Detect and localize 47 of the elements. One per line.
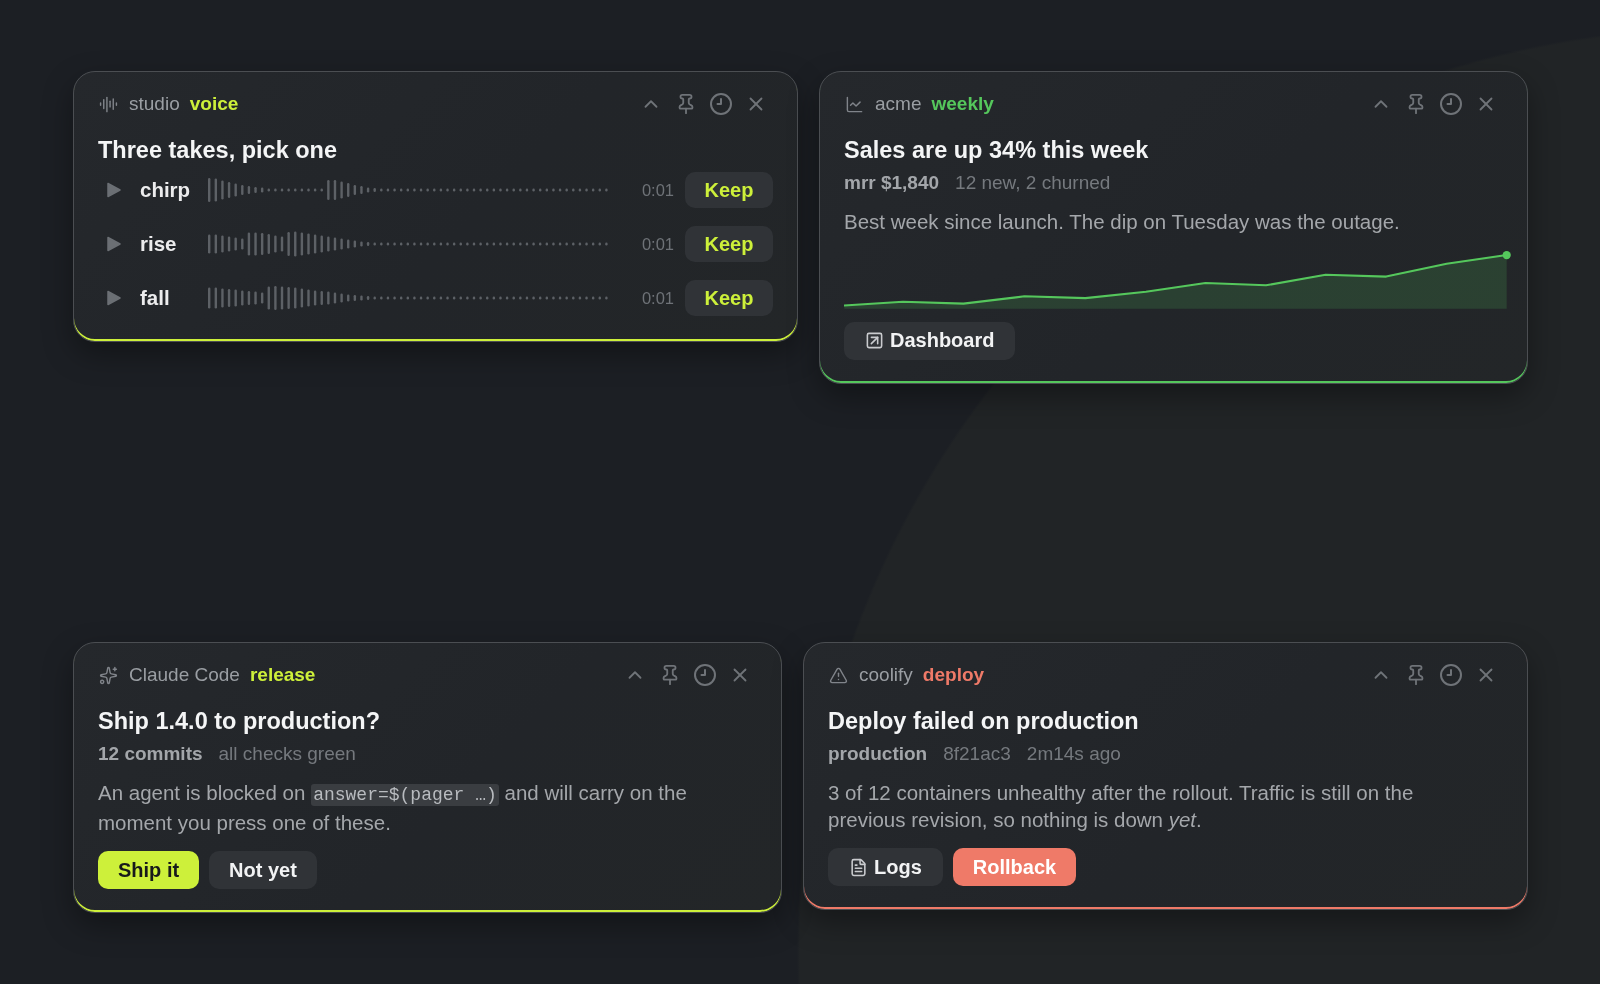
line-chart-icon	[845, 94, 864, 114]
meta-label: production	[828, 743, 928, 765]
app-name: studio	[129, 93, 180, 115]
play-icon[interactable]	[107, 290, 121, 306]
message-text: 3 of 12 containers unhealthy after the rollout. Traffic is still on the previous revision, so nothing is down yet.	[828, 780, 1415, 833]
card-title: Deploy failed on production	[828, 707, 1140, 735]
action-button[interactable]: Not yet	[209, 851, 317, 889]
meta-label: 12 commits	[98, 743, 203, 765]
take-name: rise	[140, 232, 178, 256]
app-name: acme	[875, 93, 922, 115]
channel-label: voice	[189, 93, 239, 115]
message-text: An agent is blocked on answer=$(pager …) and will carry on the moment you press one of these.	[98, 780, 688, 836]
keep-button[interactable]: Keep	[685, 172, 773, 208]
sparkles-icon	[99, 665, 118, 685]
card-title: Three takes, pick one	[98, 136, 339, 164]
app-name: coolify	[859, 664, 913, 686]
keep-button[interactable]: Keep	[685, 226, 773, 262]
meta-detail: all checks green	[218, 743, 356, 765]
take-name: chirp	[140, 178, 192, 202]
play-icon[interactable]	[107, 236, 121, 252]
meta-label: mrr $1,840	[844, 172, 940, 194]
file-icon	[849, 857, 868, 877]
clock-icon[interactable]	[1440, 93, 1462, 115]
waveform-icon	[99, 94, 118, 114]
keep-button[interactable]: Keep	[685, 280, 773, 316]
clock-icon[interactable]	[1440, 664, 1462, 686]
channel-label: release	[249, 664, 316, 686]
message-text: Best week since launch. The dip on Tuesday was the outage.	[844, 209, 1401, 235]
take-name: fall	[140, 286, 171, 310]
channel-label: deploy	[922, 664, 985, 686]
channel-label: weekly	[931, 93, 994, 115]
take-duration: 0:01	[641, 234, 674, 254]
take-duration: 0:01	[641, 180, 674, 200]
action-button[interactable]: Ship it	[98, 851, 200, 889]
meta-detail: 12 new, 2 churned	[955, 172, 1111, 194]
action-button[interactable]: Logs	[828, 848, 943, 886]
play-icon[interactable]	[107, 182, 121, 198]
card-title: Ship 1.4.0 to production?	[98, 707, 381, 735]
clock-icon[interactable]	[694, 664, 716, 686]
meta-detail: 8f21ac3	[943, 743, 1011, 765]
action-button[interactable]: Dashboard	[844, 321, 1016, 360]
app-name: Claude Code	[129, 664, 240, 686]
take-duration: 0:01	[641, 288, 674, 308]
meta-detail: 2m14s ago	[1026, 743, 1121, 765]
card-title: Sales are up 34% this week	[844, 136, 1150, 164]
clock-icon[interactable]	[710, 93, 732, 115]
warning-icon	[829, 665, 848, 685]
